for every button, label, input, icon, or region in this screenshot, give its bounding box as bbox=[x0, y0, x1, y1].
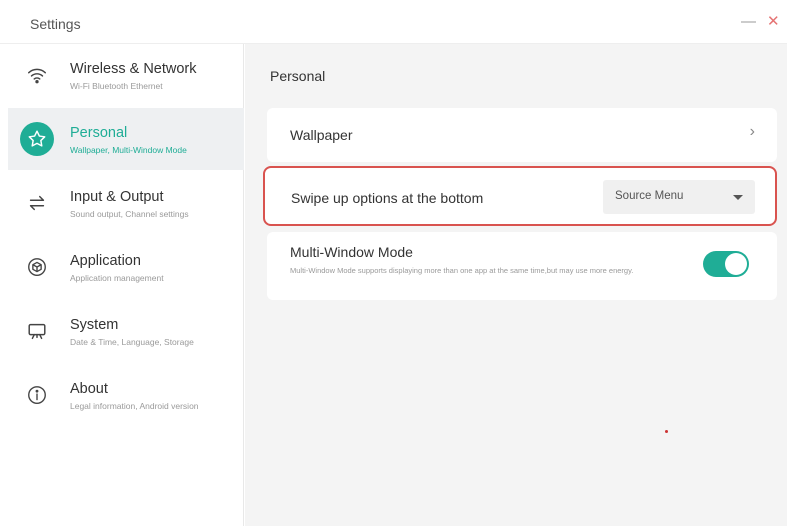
sidebar-item-subtitle: Legal information, Android version bbox=[70, 401, 199, 411]
minimize-button[interactable]: — bbox=[741, 13, 756, 31]
wallpaper-label: Wallpaper bbox=[290, 127, 353, 143]
sidebar-item-label: About bbox=[70, 381, 108, 397]
sidebar: Wireless & Network Wi-Fi Bluetooth Ether… bbox=[0, 44, 244, 526]
sidebar-item-personal[interactable]: Personal Wallpaper, Multi-Window Mode bbox=[8, 108, 244, 170]
chevron-right-icon: › bbox=[749, 123, 755, 140]
sidebar-item-about[interactable]: About Legal information, Android version bbox=[8, 364, 244, 426]
dropdown-selected-value: Source Menu bbox=[615, 190, 684, 202]
multi-window-label: Multi-Window Mode bbox=[290, 244, 413, 260]
multi-window-row: Multi-Window Mode Multi-Window Mode supp… bbox=[267, 232, 777, 300]
sidebar-item-label: System bbox=[70, 317, 119, 333]
star-icon bbox=[20, 122, 54, 156]
swipe-up-options-row: Swipe up options at the bottom Source Me… bbox=[263, 166, 777, 226]
swap-arrows-icon bbox=[20, 186, 54, 220]
sidebar-item-subtitle: Date & Time, Language, Storage bbox=[70, 337, 194, 347]
swipe-up-options-dropdown[interactable]: Source Menu bbox=[603, 180, 755, 214]
sidebar-item-application[interactable]: Application Application management bbox=[8, 236, 244, 298]
sidebar-item-subtitle: Application management bbox=[70, 273, 164, 283]
sidebar-item-subtitle: Sound output, Channel settings bbox=[70, 209, 189, 219]
window-title: Settings bbox=[30, 16, 81, 32]
sidebar-item-system[interactable]: System Date & Time, Language, Storage bbox=[8, 300, 244, 362]
info-icon bbox=[20, 378, 54, 412]
sidebar-item-label: Application bbox=[70, 253, 141, 269]
sidebar-item-wireless-network[interactable]: Wireless & Network Wi-Fi Bluetooth Ether… bbox=[8, 44, 244, 106]
toggle-knob bbox=[725, 253, 747, 275]
content-panel: Personal Wallpaper › Swipe up options at… bbox=[245, 44, 787, 526]
multi-window-toggle[interactable] bbox=[703, 251, 749, 277]
red-dot-mark bbox=[665, 430, 668, 433]
caret-down-icon bbox=[733, 195, 743, 200]
wallpaper-row[interactable]: Wallpaper › bbox=[267, 108, 777, 162]
swipe-up-options-label: Swipe up options at the bottom bbox=[291, 190, 484, 206]
sidebar-item-subtitle: Wallpaper, Multi-Window Mode bbox=[70, 145, 187, 155]
sidebar-item-label: Input & Output bbox=[70, 189, 164, 205]
sidebar-item-label: Wireless & Network bbox=[70, 61, 197, 77]
screen-icon bbox=[20, 314, 54, 348]
cube-icon bbox=[20, 250, 54, 284]
sidebar-item-subtitle: Wi-Fi Bluetooth Ethernet bbox=[70, 81, 163, 91]
close-button[interactable]: ✕ bbox=[767, 13, 780, 31]
wifi-icon bbox=[20, 58, 54, 92]
sidebar-item-input-output[interactable]: Input & Output Sound output, Channel set… bbox=[8, 172, 244, 234]
multi-window-description: Multi-Window Mode supports displaying mo… bbox=[290, 266, 634, 275]
title-bar: Settings — ✕ bbox=[0, 0, 787, 44]
sidebar-item-label: Personal bbox=[70, 125, 128, 141]
page-title: Personal bbox=[270, 68, 326, 84]
